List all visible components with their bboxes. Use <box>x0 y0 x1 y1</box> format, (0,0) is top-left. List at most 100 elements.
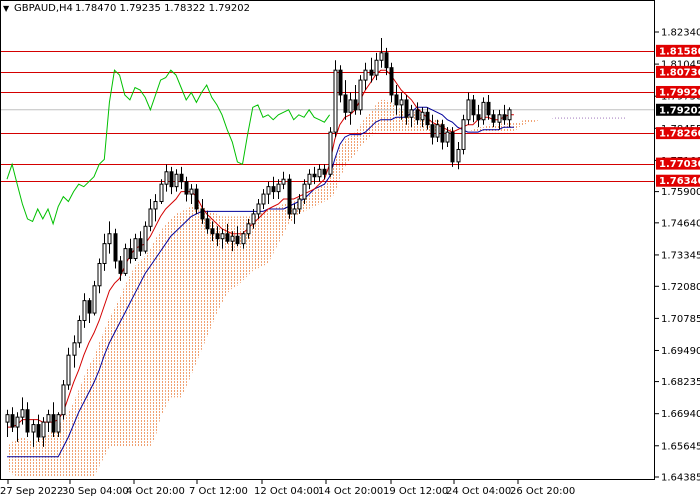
candle <box>450 127 455 167</box>
candle <box>363 62 368 90</box>
cloud-segment <box>257 211 263 269</box>
level-price-label: 1.80730 <box>659 67 700 78</box>
candle-body-up <box>307 173 312 185</box>
candle <box>481 97 486 125</box>
y-tick-label: 1.82340 <box>661 28 700 39</box>
x-tick-label: 27 Sep 2022 <box>0 486 63 497</box>
cloud-segment <box>385 99 391 133</box>
cloud-segment <box>99 330 105 467</box>
cloud-segment <box>472 127 479 133</box>
candle-body-up <box>77 319 82 344</box>
chart-header: ▼ GBPAUD,H4 1.78470 1.79235 1.78322 1.79… <box>3 3 250 14</box>
candle <box>82 293 87 328</box>
candle <box>97 258 102 294</box>
cloud-segment <box>119 285 125 447</box>
candle <box>113 228 118 269</box>
candle-body-up <box>276 183 281 193</box>
cloud-segment <box>534 119 540 123</box>
candle-body-up <box>123 248 128 274</box>
candle <box>466 92 471 125</box>
candle-body-up <box>281 178 286 185</box>
candle-body-down <box>450 131 455 163</box>
candle <box>348 92 353 125</box>
candle <box>476 104 481 128</box>
candle-body-up <box>374 59 379 76</box>
candle-body-up <box>445 131 450 143</box>
y-tick-label: 1.65645 <box>661 441 700 452</box>
cloud-segment <box>83 365 89 477</box>
cloud-segment <box>590 117 596 120</box>
cloud-segment <box>140 256 146 447</box>
cloud-segment <box>524 119 530 125</box>
candle-body-down <box>51 414 56 433</box>
level-price-label: 1.79920 <box>659 87 700 98</box>
chart-canvas[interactable]: 1.823401.810451.797501.784551.771601.759… <box>0 0 700 500</box>
candle-body-up <box>302 183 307 200</box>
cloud-segment <box>350 132 356 160</box>
cloud-segment <box>186 206 192 388</box>
candle <box>143 221 148 254</box>
cloud-segment <box>78 377 84 477</box>
candle-body-down <box>169 171 174 188</box>
candle-body-down <box>87 300 92 314</box>
candle <box>328 127 333 177</box>
candle-body-down <box>338 69 343 96</box>
candle-body-up <box>159 183 164 203</box>
cloud-segment <box>319 184 325 205</box>
candle-body-down <box>235 235 240 245</box>
y-tick-label: 1.64385 <box>661 473 700 484</box>
cloud-segment <box>334 147 340 195</box>
candle-body-up <box>72 342 77 356</box>
cloud-segment <box>554 117 560 120</box>
y-axis: 1.823401.810451.797501.784551.771601.759… <box>655 28 700 484</box>
cloud-segment <box>150 238 156 447</box>
y-tick-label: 1.68235 <box>661 377 700 388</box>
candle <box>471 94 476 123</box>
candle-body-down <box>343 94 348 113</box>
cloud-segment <box>365 112 371 143</box>
x-tick-label: 7 Oct 12:00 <box>189 486 248 497</box>
candle <box>184 176 189 202</box>
candle <box>77 315 82 348</box>
candle <box>194 184 199 214</box>
symbol-menu-icon[interactable]: ▼ <box>3 4 10 13</box>
candle <box>358 75 363 115</box>
candle-body-down <box>384 52 389 69</box>
candle-body-up <box>15 416 20 428</box>
cloud-segment <box>519 119 525 128</box>
candle-body-up <box>241 233 246 245</box>
candle-body-up <box>56 414 61 433</box>
candle <box>174 169 179 192</box>
cloud-segment <box>580 117 586 120</box>
cloud-segment <box>616 117 622 120</box>
cloud-segment <box>585 117 591 120</box>
cloud-segment <box>109 308 115 447</box>
x-tick-label: 24 Oct 04:00 <box>446 486 511 497</box>
candle-body-down <box>415 109 420 121</box>
candle-body-down <box>210 228 215 235</box>
candle-body-up <box>466 99 471 121</box>
candle-body-down <box>486 101 491 116</box>
candle-body-down <box>476 114 481 121</box>
candle-body-up <box>5 414 10 423</box>
candle <box>486 94 491 120</box>
level-price-label: 1.78260 <box>659 129 700 140</box>
cloud-segment <box>191 204 197 376</box>
cloud-segment <box>160 223 166 418</box>
candle-body-up <box>82 300 87 321</box>
cloud-segment <box>145 248 151 447</box>
cloud-segment <box>493 124 499 133</box>
cloud-segment <box>73 389 79 477</box>
candle-body-up <box>497 114 502 123</box>
candle-body-up <box>251 213 256 225</box>
candle-body-up <box>379 52 384 61</box>
price-chart[interactable]: 1.823401.810451.797501.784551.771601.759… <box>0 0 700 500</box>
candle-body-down <box>430 124 435 138</box>
candle-body-down <box>200 208 205 220</box>
candle <box>307 169 312 190</box>
cloud-segment <box>621 117 627 120</box>
candle-body-up <box>481 101 486 121</box>
x-tick-label: 4 Oct 20:00 <box>126 486 185 497</box>
cloud-segment <box>124 275 130 447</box>
candle <box>36 414 41 442</box>
